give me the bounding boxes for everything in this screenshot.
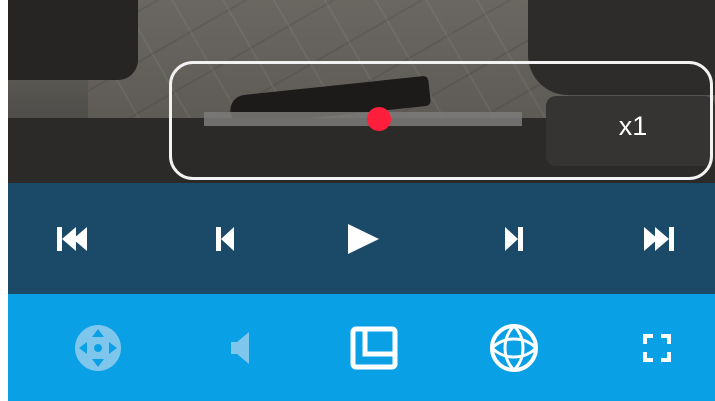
ptz-control-icon (75, 324, 121, 371)
next-frame-icon (505, 226, 523, 251)
previous-frame-icon (216, 226, 234, 251)
ptz-control-button[interactable] (58, 294, 138, 401)
audio-button[interactable] (200, 294, 280, 401)
fullscreen-icon (643, 333, 671, 362)
fisheye-button[interactable] (474, 294, 554, 401)
highlight-outline (169, 61, 713, 180)
player-frame: x1 (8, 0, 715, 401)
tool-bar (8, 294, 715, 401)
skip-to-start-icon (57, 226, 87, 251)
layout-button[interactable] (334, 294, 414, 401)
skip-to-end-button[interactable] (618, 183, 698, 294)
speaker-muted-icon (231, 331, 249, 364)
next-frame-button[interactable] (474, 183, 554, 294)
skip-to-end-icon (644, 226, 674, 251)
fullscreen-button[interactable] (617, 294, 697, 401)
play-icon (348, 223, 379, 254)
video-object-left (8, 0, 138, 80)
video-view[interactable]: x1 (8, 0, 715, 183)
transport-bar (8, 183, 715, 294)
fisheye-icon (489, 323, 539, 372)
previous-frame-button[interactable] (185, 183, 265, 294)
layout-icon (350, 326, 398, 369)
skip-to-start-button[interactable] (33, 183, 113, 294)
play-button[interactable] (323, 183, 403, 294)
